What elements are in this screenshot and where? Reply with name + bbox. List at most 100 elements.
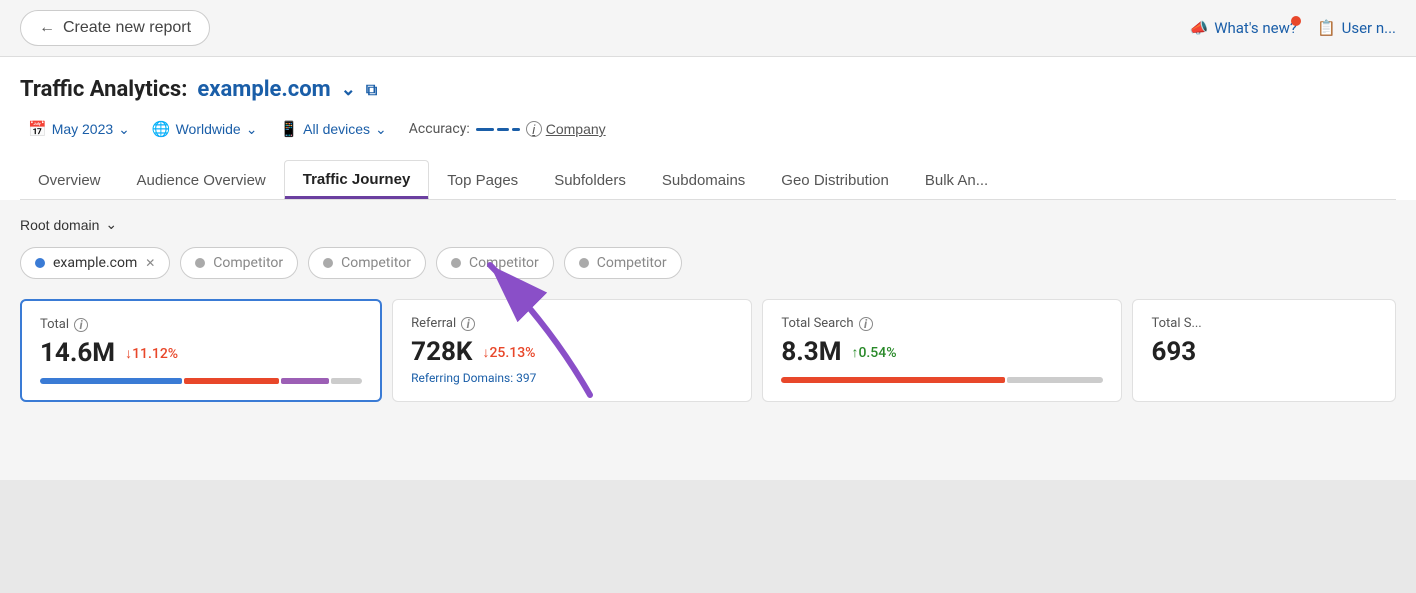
metric-value-total-search: 8.3M ↑0.54% xyxy=(781,337,1103,367)
user-menu-button[interactable]: 📋 User n... xyxy=(1317,19,1396,37)
notification-dot xyxy=(1291,16,1301,26)
domain-tag-primary[interactable]: example.com ✕ xyxy=(20,247,170,279)
accuracy-area: Accuracy: xyxy=(409,121,520,137)
calendar-icon: 📅 xyxy=(28,120,47,138)
root-domain-row: Root domain ⌄ xyxy=(20,216,1396,233)
total-bar-chart xyxy=(40,378,362,384)
main-content: Traffic Analytics: example.com ⌄ ⧉ 📅 May… xyxy=(0,57,1416,200)
filters-row: 📅 May 2023 ⌄ 🌐 Worldwide ⌄ 📱 All devices… xyxy=(20,116,1396,142)
metric-label-total-search: Total Search i xyxy=(781,316,1103,331)
metric-card-total: Total i 14.6M ↓11.12% xyxy=(20,299,382,402)
content-area: Root domain ⌄ example.com ✕ Competitor C… xyxy=(0,200,1416,480)
date-dropdown-icon: ⌄ xyxy=(118,121,130,138)
company-button[interactable]: i Company xyxy=(526,121,606,137)
title-static: Traffic Analytics: xyxy=(20,77,187,102)
accuracy-label: Accuracy: xyxy=(409,121,470,137)
competitor-dot-3 xyxy=(451,258,461,268)
date-filter-label: May 2023 xyxy=(52,121,113,137)
total-search-bar-chart xyxy=(781,377,1103,383)
metric-value-total: 14.6M ↓11.12% xyxy=(40,338,362,368)
dash-1 xyxy=(476,128,494,131)
domain-tag-competitor-2[interactable]: Competitor xyxy=(308,247,426,279)
metric-label-total-s: Total S... xyxy=(1151,316,1377,331)
metrics-row: Total i 14.6M ↓11.12% Referral i 728K xyxy=(20,299,1396,402)
search-bar-red xyxy=(781,377,1005,383)
metric-value-total-s: 693 xyxy=(1151,337,1377,367)
tab-subdomains[interactable]: Subdomains xyxy=(644,162,763,199)
competitor-label-2: Competitor xyxy=(341,255,411,271)
globe-icon: 🌐 xyxy=(152,120,171,138)
domain-tag-competitor-4[interactable]: Competitor xyxy=(564,247,682,279)
remove-domain-icon[interactable]: ✕ xyxy=(145,256,155,270)
competitor-dot-1 xyxy=(195,258,205,268)
accuracy-dashes xyxy=(476,128,520,131)
region-filter-button[interactable]: 🌐 Worldwide ⌄ xyxy=(144,116,266,142)
metric-label-referral: Referral i xyxy=(411,316,733,331)
tabs-row: Overview Audience Overview Traffic Journ… xyxy=(20,160,1396,200)
bar-seg-gray xyxy=(331,378,363,384)
page-title: Traffic Analytics: example.com ⌄ ⧉ xyxy=(20,77,1396,102)
create-report-button[interactable]: ← Create new report xyxy=(20,10,210,46)
tab-geo-distribution[interactable]: Geo Distribution xyxy=(763,162,907,199)
tab-audience-overview[interactable]: Audience Overview xyxy=(119,162,284,199)
total-change: ↓11.12% xyxy=(125,345,178,362)
total-info-icon[interactable]: i xyxy=(74,318,88,332)
back-arrow-icon: ← xyxy=(39,19,55,37)
tab-traffic-journey[interactable]: Traffic Journey xyxy=(284,160,430,200)
competitor-label-4: Competitor xyxy=(597,255,667,271)
competitors-row: example.com ✕ Competitor Competitor Comp… xyxy=(20,247,1396,279)
total-search-info-icon[interactable]: i xyxy=(859,317,873,331)
referral-info-icon[interactable]: i xyxy=(461,317,475,331)
primary-dot xyxy=(35,258,45,268)
tab-overview[interactable]: Overview xyxy=(20,162,119,199)
metric-card-referral: Referral i 728K ↓25.13% Referring Domain… xyxy=(392,299,752,402)
metric-card-total-search: Total Search i 8.3M ↑0.54% xyxy=(762,299,1122,402)
region-dropdown-icon: ⌄ xyxy=(246,121,258,138)
top-bar: ← Create new report 📣 What's new? 📋 User… xyxy=(0,0,1416,57)
info-icon: i xyxy=(526,121,542,137)
bar-seg-purple xyxy=(281,378,328,384)
referral-change: ↓25.13% xyxy=(482,344,535,361)
devices-dropdown-icon: ⌄ xyxy=(375,121,387,138)
devices-icon: 📱 xyxy=(279,120,298,138)
whats-new-label: What's new? xyxy=(1214,19,1297,37)
primary-domain-label: example.com xyxy=(53,255,137,271)
root-domain-button[interactable]: Root domain ⌄ xyxy=(20,216,117,233)
devices-filter-label: All devices xyxy=(303,121,370,137)
domain-tag-competitor-1[interactable]: Competitor xyxy=(180,247,298,279)
top-right-actions: 📣 What's new? 📋 User n... xyxy=(1190,19,1396,37)
domain-tag-competitor-3[interactable]: Competitor xyxy=(436,247,554,279)
devices-filter-button[interactable]: 📱 All devices ⌄ xyxy=(271,116,394,142)
total-search-change: ↑0.54% xyxy=(851,344,896,361)
external-link-icon[interactable]: ⧉ xyxy=(366,80,377,100)
metric-value-referral: 728K ↓25.13% xyxy=(411,337,733,367)
bar-seg-blue xyxy=(40,378,182,384)
referral-sub: Referring Domains: 397 xyxy=(411,371,733,385)
whats-new-button[interactable]: 📣 What's new? xyxy=(1190,19,1297,37)
bar-seg-red xyxy=(184,378,279,384)
domain-link[interactable]: example.com xyxy=(197,77,330,102)
tab-bulk-analysis[interactable]: Bulk An... xyxy=(907,162,1006,199)
competitor-dot-4 xyxy=(579,258,589,268)
referral-domains-value: 397 xyxy=(516,371,536,385)
tab-subfolders[interactable]: Subfolders xyxy=(536,162,644,199)
metric-card-total-s: Total S... 693 xyxy=(1132,299,1396,402)
date-filter-button[interactable]: 📅 May 2023 ⌄ xyxy=(20,116,138,142)
create-report-label: Create new report xyxy=(63,19,191,37)
domain-dropdown-icon[interactable]: ⌄ xyxy=(341,79,356,100)
user-menu-icon: 📋 xyxy=(1317,19,1336,37)
megaphone-icon: 📣 xyxy=(1190,19,1209,37)
region-filter-label: Worldwide xyxy=(176,121,241,137)
root-domain-dropdown-icon: ⌄ xyxy=(105,216,117,233)
company-label: Company xyxy=(546,121,606,137)
competitor-label-1: Competitor xyxy=(213,255,283,271)
search-bar-gray xyxy=(1007,377,1103,383)
tab-top-pages[interactable]: Top Pages xyxy=(429,162,536,199)
user-menu-label: User n... xyxy=(1342,19,1396,37)
competitor-label-3: Competitor xyxy=(469,255,539,271)
dash-2 xyxy=(497,128,509,131)
root-domain-label: Root domain xyxy=(20,217,99,233)
dash-3 xyxy=(512,128,520,131)
competitor-dot-2 xyxy=(323,258,333,268)
metric-label-total: Total i xyxy=(40,317,362,332)
